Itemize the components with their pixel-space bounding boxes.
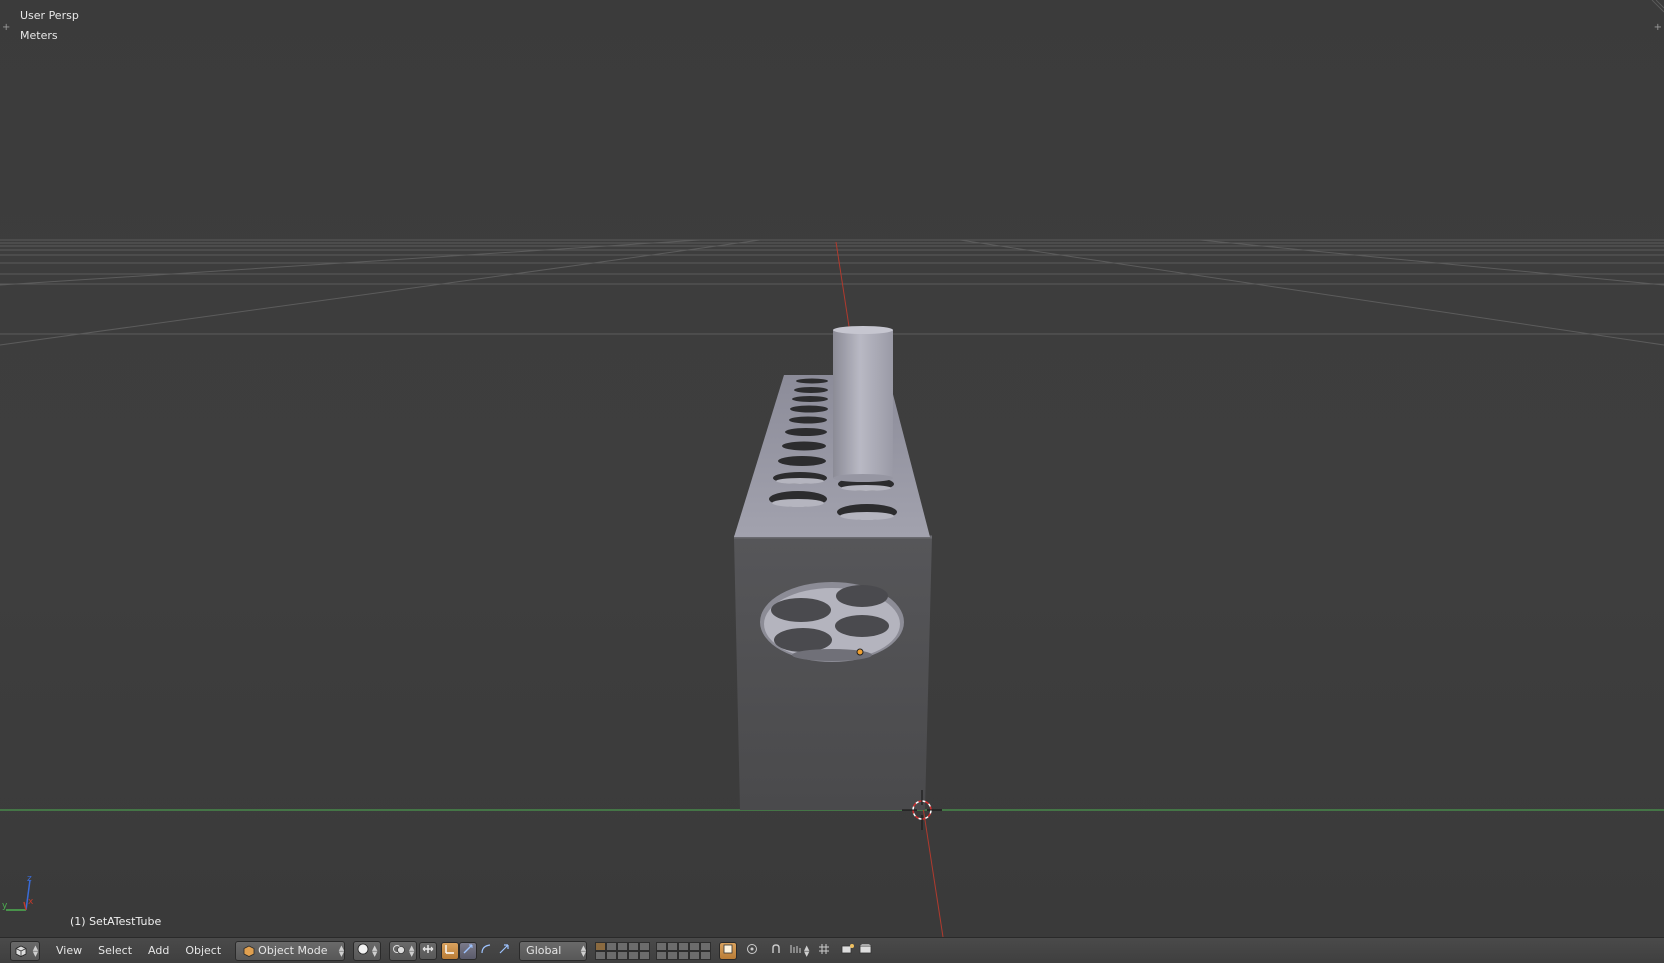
- menu-add[interactable]: Add: [140, 941, 177, 961]
- render-animation-button[interactable]: [857, 942, 875, 960]
- layer-cell[interactable]: [678, 941, 690, 951]
- active-object-label: (1) SetATestTube: [70, 915, 162, 928]
- layer-1-active[interactable]: [595, 941, 607, 951]
- render-animation-icon: [859, 943, 873, 958]
- dropdown-arrows-icon: ▲ ▼: [408, 943, 415, 958]
- dropdown-arrows-icon: ▲ ▼: [32, 943, 39, 958]
- dropdown-arrows-icon: ▲ ▼: [371, 943, 378, 958]
- layer-grid-right[interactable]: [656, 941, 712, 960]
- layer-cell[interactable]: [700, 941, 712, 951]
- layer-cell[interactable]: [639, 941, 651, 951]
- cube-icon: [240, 942, 258, 960]
- layer-cell[interactable]: [656, 950, 668, 960]
- 3d-view-icon: [12, 942, 30, 960]
- layer-cell[interactable]: [656, 941, 668, 951]
- mode-selector-label: Object Mode: [258, 944, 328, 957]
- layer-cell[interactable]: [667, 941, 679, 951]
- axis-orientation-widget: y x z: [2, 874, 34, 911]
- area-corner-icon[interactable]: [1650, 0, 1664, 14]
- render-button[interactable]: [839, 942, 857, 960]
- extra-manipulator-button[interactable]: [495, 942, 513, 960]
- layer-cell[interactable]: [689, 950, 701, 960]
- menu-object[interactable]: Object: [177, 941, 229, 961]
- lock-camera-icon: [722, 943, 734, 958]
- view-name-label: User Persp: [20, 9, 79, 22]
- scale-manipulator-button[interactable]: [477, 942, 495, 960]
- translate-manipulator-button[interactable]: [441, 941, 460, 960]
- units-label: Meters: [20, 29, 58, 42]
- layer-cell[interactable]: [689, 941, 701, 951]
- translate-icon: [444, 943, 456, 958]
- floor-grid: [0, 239, 1664, 346]
- dropdown-arrows-icon: ▲ ▼: [338, 943, 345, 958]
- editor-type-selector[interactable]: ▲ ▼: [10, 940, 40, 961]
- layer-cell[interactable]: [617, 950, 629, 960]
- snap-element-selector[interactable]: ▲ ▼: [787, 942, 811, 960]
- proportional-edit-button[interactable]: [743, 942, 761, 960]
- axis-label-x: x: [28, 897, 34, 907]
- layer-grid-left[interactable]: [595, 941, 651, 960]
- dropdown-arrows-icon: ▲ ▼: [580, 943, 587, 958]
- layer-cell[interactable]: [639, 950, 651, 960]
- layer-cell[interactable]: [606, 941, 618, 951]
- manipulator-toggle-icon: [422, 943, 434, 958]
- manipulator-toggle-button[interactable]: [419, 941, 438, 960]
- layer-buttons[interactable]: [595, 941, 712, 960]
- 3d-viewport[interactable]: User Persp Meters + + y x z (1) SetATest…: [0, 0, 1664, 937]
- layer-cell[interactable]: [678, 950, 690, 960]
- transform-orientation-selector[interactable]: Global ▲ ▼: [519, 940, 588, 961]
- menu-select[interactable]: Select: [90, 941, 140, 961]
- layer-cell[interactable]: [700, 950, 712, 960]
- transform-orientation-label: Global: [526, 944, 562, 957]
- rotate-icon: [462, 943, 474, 958]
- grid-snap-icon: [818, 943, 830, 958]
- layer-cell[interactable]: [667, 950, 679, 960]
- pivot-icon: [392, 943, 406, 958]
- snap-element-icon: [789, 943, 801, 958]
- mode-selector[interactable]: Object Mode ▲ ▼: [235, 940, 346, 961]
- region-split-handle-left[interactable]: +: [2, 22, 10, 33]
- snap-toggle-button[interactable]: [767, 942, 785, 960]
- arrow-icon: [498, 943, 510, 958]
- pivot-point-selector[interactable]: ▲ ▼: [389, 940, 418, 961]
- viewport-shading-selector[interactable]: ▲ ▼: [353, 940, 382, 961]
- scene-canvas: [0, 239, 1664, 937]
- scale-icon: [480, 943, 492, 958]
- dropdown-arrows-icon: ▲ ▼: [803, 943, 810, 958]
- rotate-manipulator-button[interactable]: [459, 941, 478, 960]
- region-split-handle-right[interactable]: +: [1654, 22, 1662, 33]
- sphere-icon: [357, 943, 369, 958]
- snap-target-button[interactable]: [815, 942, 833, 960]
- snap-icon: [770, 943, 782, 958]
- 3d-view-header: ▲ ▼ View Select Add Object Object Mode ▲ ▼…: [0, 937, 1664, 963]
- menu-view[interactable]: View: [48, 941, 90, 961]
- layer-cell[interactable]: [628, 941, 640, 951]
- layer-cell[interactable]: [606, 950, 618, 960]
- render-icon: [841, 943, 855, 958]
- lock-camera-button[interactable]: [719, 941, 738, 960]
- axis-label-z: z: [27, 874, 32, 884]
- axis-label-y: y: [2, 901, 8, 911]
- test-tube-rack-mesh: [734, 326, 932, 810]
- layer-cell[interactable]: [617, 941, 629, 951]
- layer-cell[interactable]: [595, 950, 607, 960]
- layer-cell[interactable]: [628, 950, 640, 960]
- proportional-edit-icon: [746, 943, 758, 958]
